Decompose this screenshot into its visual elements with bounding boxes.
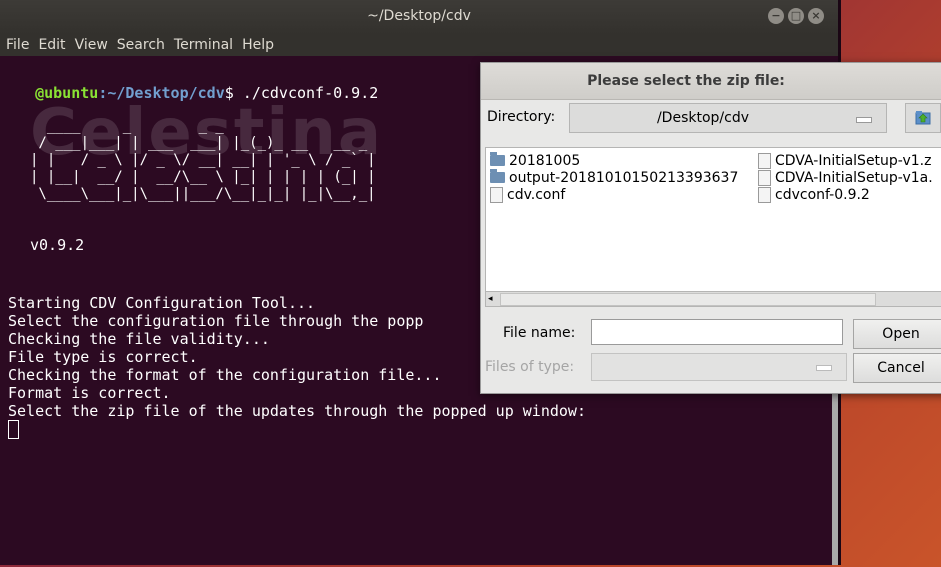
- terminal-titlebar[interactable]: ~/Desktop/cdv − □ ×: [0, 0, 838, 34]
- terminal-title: ~/Desktop/cdv: [367, 8, 471, 24]
- list-item[interactable]: cdvconf-0.9.2: [758, 186, 933, 203]
- file-name: CDVA-InitialSetup-v1a.: [775, 169, 933, 186]
- open-button[interactable]: Open: [853, 319, 941, 349]
- dropdown-icon: [856, 117, 872, 123]
- file-name: CDVA-InitialSetup-v1.z: [775, 152, 932, 169]
- cancel-button[interactable]: Cancel: [853, 353, 941, 383]
- ascii-logo: ____ _ _ _ / ___|___| | ___ ___| |_(_)_ …: [30, 118, 376, 202]
- folder-up-icon: [915, 111, 931, 125]
- maximize-button[interactable]: □: [788, 8, 804, 24]
- file-name: cdvconf-0.9.2: [775, 186, 870, 203]
- folder-icon: [490, 169, 505, 183]
- menu-view[interactable]: View: [75, 37, 108, 53]
- terminal-menubar: File Edit View Search Terminal Help: [0, 34, 838, 56]
- file-name: cdv.conf: [507, 186, 566, 203]
- file-column-right: CDVA-InitialSetup-v1.z CDVA-InitialSetup…: [758, 152, 933, 203]
- menu-help[interactable]: Help: [242, 37, 274, 53]
- list-item[interactable]: output-20181010150213393637: [490, 169, 738, 186]
- document-icon: [758, 169, 771, 186]
- list-item[interactable]: 20181005: [490, 152, 738, 169]
- file-list[interactable]: 20181005 output-20181010150213393637 cdv…: [485, 147, 941, 293]
- document-icon: [758, 186, 771, 203]
- scrollbar-thumb[interactable]: [500, 293, 876, 306]
- file-name-input[interactable]: [591, 319, 843, 345]
- directory-select[interactable]: /Desktop/cdv: [569, 103, 887, 133]
- document-icon: [490, 186, 503, 203]
- file-name: 20181005: [509, 152, 581, 169]
- files-of-type-select[interactable]: [591, 353, 847, 381]
- parent-directory-button[interactable]: [905, 103, 941, 133]
- files-of-type-label: Files of type:: [485, 359, 575, 375]
- folder-icon: [490, 152, 505, 166]
- dialog-titlebar[interactable]: Please select the zip file: ×: [481, 63, 941, 100]
- list-item[interactable]: CDVA-InitialSetup-v1.z: [758, 152, 933, 169]
- log-line: Select the zip file of the updates throu…: [8, 402, 586, 420]
- menu-terminal[interactable]: Terminal: [174, 37, 233, 53]
- cursor-line: [8, 420, 586, 440]
- file-column-left: 20181005 output-20181010150213393637 cdv…: [490, 152, 738, 203]
- list-item[interactable]: CDVA-InitialSetup-v1a.: [758, 169, 933, 186]
- file-list-hscrollbar[interactable]: ◂ ▸: [485, 291, 941, 307]
- menu-edit[interactable]: Edit: [38, 37, 65, 53]
- window-controls: − □ ×: [768, 8, 824, 24]
- file-chooser-dialog: Please select the zip file: × Directory:…: [480, 62, 941, 394]
- scroll-left-icon[interactable]: ◂: [488, 294, 493, 304]
- version-text: v0.9.2: [30, 236, 85, 254]
- list-item[interactable]: cdv.conf: [490, 186, 738, 203]
- dropdown-icon: [816, 365, 832, 371]
- close-button[interactable]: ×: [808, 8, 824, 24]
- file-name-label: File name:: [503, 325, 576, 341]
- document-icon: [758, 152, 771, 169]
- directory-value: /Desktop/cdv: [656, 110, 750, 126]
- directory-label: Directory:: [487, 109, 556, 125]
- terminal-cursor: [8, 420, 19, 439]
- menu-file[interactable]: File: [6, 37, 29, 53]
- file-name: output-20181010150213393637: [509, 169, 739, 186]
- menu-search[interactable]: Search: [117, 37, 165, 53]
- dialog-title: Please select the zip file:: [587, 73, 785, 89]
- minimize-button[interactable]: −: [768, 8, 784, 24]
